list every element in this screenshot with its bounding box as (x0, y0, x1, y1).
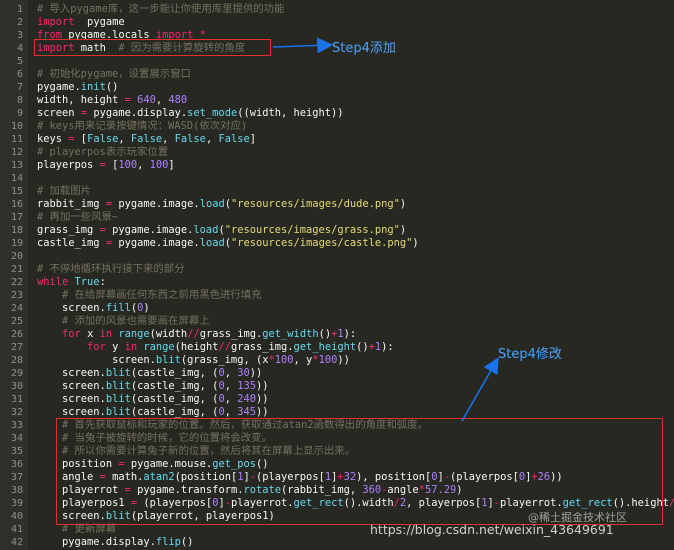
step4-add-arrow (272, 37, 334, 54)
step4-add-label: Step4添加 (332, 41, 396, 56)
step4-modify-label: Step4修改 (498, 347, 562, 362)
watermark-right: @稀土掘金技术社区 (528, 509, 627, 525)
step4-modify-arrow (461, 357, 499, 422)
code-editor[interactable]: 1 # 导入pygame库，这一步能让你使用库里提供的功能 2 import pyga… (0, 0, 674, 550)
watermark-community: @稀土掘金技术社区 (528, 511, 627, 524)
annotation-arrows (272, 37, 499, 422)
